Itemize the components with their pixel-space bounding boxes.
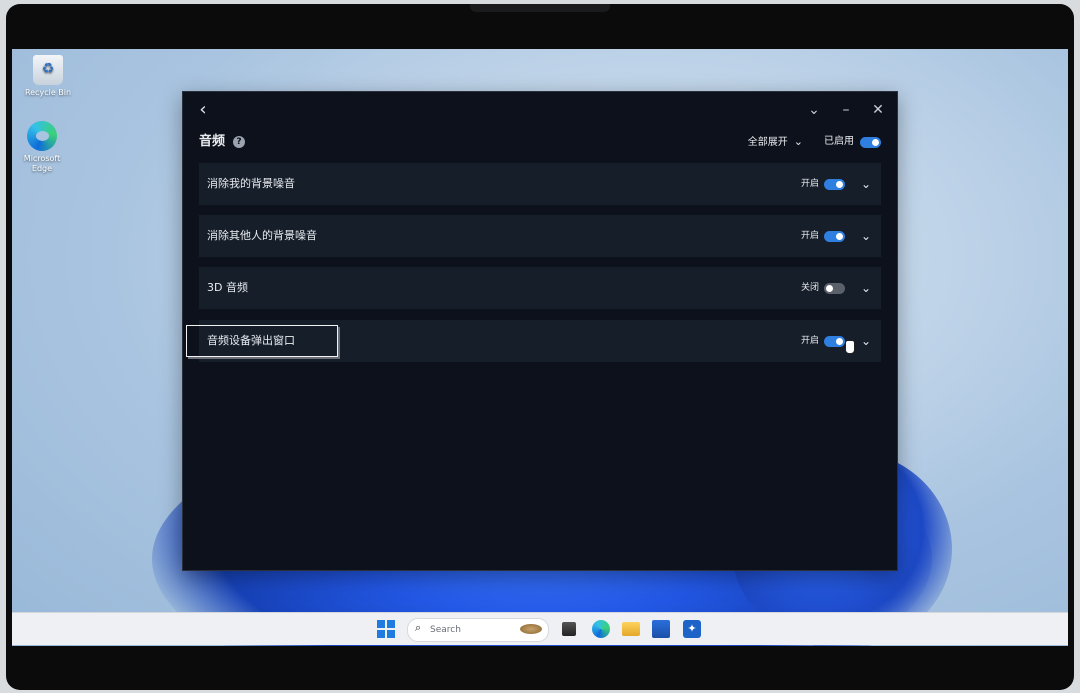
help-icon[interactable]: ? [233, 136, 245, 148]
desktop-icon-label: Recycle Bin [24, 88, 72, 97]
setting-row-3d-audio[interactable]: 3D 音频 关闭 ⌄ [199, 267, 881, 309]
section-title: 音频 [199, 134, 226, 149]
desktop-icon-label: Microsoft Edge [23, 154, 61, 173]
app-icon[interactable]: ✦ [683, 620, 701, 638]
webcam-notch [470, 4, 610, 12]
taskbar: ⌕ Search ✦ [12, 612, 1068, 645]
setting-label: 音频设备弹出窗口 [207, 334, 295, 347]
setting-toggle[interactable] [824, 336, 845, 347]
section-header: 音频 ? 全部展开 ⌄ 已启用 [199, 132, 881, 154]
store-icon[interactable] [652, 620, 670, 638]
setting-row-noise-self[interactable]: 消除我的背景噪音 开启 ⌄ [199, 163, 881, 205]
setting-state: 开启 [800, 179, 819, 189]
setting-label: 消除我的背景噪音 [207, 177, 295, 190]
titlebar: ‹ ⌄ – ✕ [183, 92, 897, 128]
setting-row-noise-others[interactable]: 消除其他人的背景噪音 开启 ⌄ [199, 215, 881, 257]
chevron-down-icon[interactable]: ⌄ [861, 215, 871, 257]
task-view-icon[interactable] [562, 622, 576, 636]
chevron-down-icon: ⌄ [793, 135, 803, 148]
mouse-cursor-icon [845, 340, 855, 354]
setting-state: 开启 [800, 336, 819, 346]
chevron-down-icon[interactable]: ⌄ [861, 320, 871, 362]
edge-icon [27, 121, 57, 151]
close-button[interactable]: ✕ [867, 100, 889, 120]
setting-state: 关闭 [800, 283, 819, 293]
desktop-icon-recycle-bin[interactable]: Recycle Bin [18, 55, 78, 98]
file-explorer-icon[interactable] [622, 622, 640, 636]
setting-state: 开启 [800, 231, 819, 241]
expand-all-label: 全部展开 [747, 137, 788, 148]
windows-start-icon[interactable] [377, 620, 395, 638]
setting-label: 消除其他人的背景噪音 [207, 229, 317, 242]
minimize-button[interactable]: – [835, 100, 857, 120]
setting-toggle[interactable] [824, 283, 845, 294]
collapse-button[interactable]: ⌄ [803, 100, 825, 120]
chevron-down-icon[interactable]: ⌄ [861, 163, 871, 205]
setting-label: 3D 音频 [207, 281, 248, 294]
section-enabled-toggle[interactable] [860, 137, 881, 148]
search-placeholder: Search [430, 625, 461, 635]
expand-all-button[interactable]: 全部展开 ⌄ [748, 132, 803, 153]
desktop-icon-edge[interactable]: Microsoft Edge [18, 121, 66, 174]
chevron-down-icon[interactable]: ⌄ [861, 267, 871, 309]
taskbar-search[interactable]: ⌕ Search [407, 618, 549, 642]
audio-settings-window: ‹ ⌄ – ✕ 音频 ? 全部展开 ⌄ 已启用 消除我的背景噪音 开启 ⌄ 消除其… [182, 91, 898, 571]
enabled-label: 已启用 [824, 136, 854, 147]
setting-toggle[interactable] [824, 231, 845, 242]
recycle-bin-icon [33, 55, 63, 85]
setting-toggle[interactable] [824, 179, 845, 190]
setting-row-audio-device-popup[interactable]: 音频设备弹出窗口 开启 ⌄ [186, 320, 881, 362]
search-highlight-icon [520, 624, 542, 634]
back-button[interactable]: ‹ [193, 100, 213, 120]
edge-icon[interactable] [592, 620, 610, 638]
search-icon: ⌕ [415, 621, 422, 634]
